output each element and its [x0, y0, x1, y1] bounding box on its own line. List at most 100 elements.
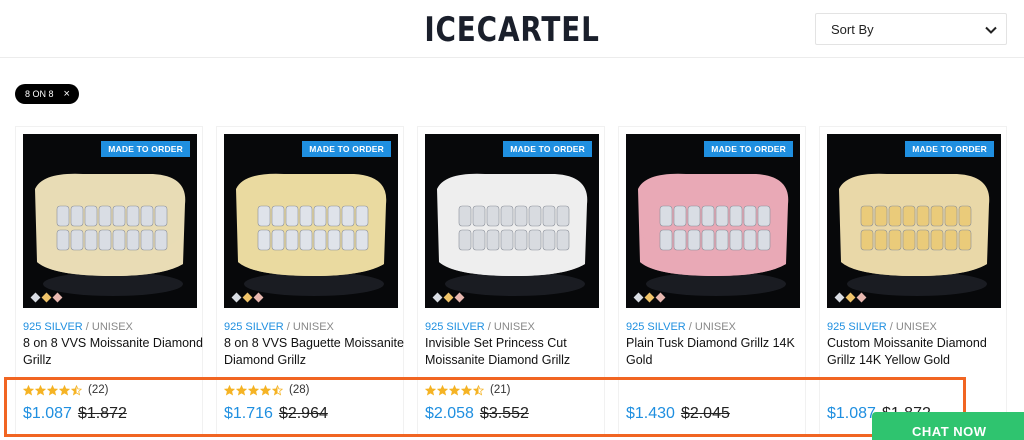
- color-swatch[interactable]: [432, 292, 443, 303]
- color-swatches: [30, 292, 63, 303]
- product-image-grillz: [638, 173, 789, 296]
- star-icon: [260, 384, 271, 395]
- color-swatch[interactable]: [253, 292, 264, 303]
- sale-price: $1.087: [827, 405, 876, 422]
- category-gender[interactable]: UNISEX: [695, 321, 736, 333]
- product-image-grillz: [236, 173, 387, 296]
- color-swatch[interactable]: [41, 292, 52, 303]
- product-rating: (22): [23, 384, 108, 396]
- star-icon: [473, 384, 484, 395]
- original-price: $3.552: [479, 405, 529, 422]
- sale-price: $1.087: [23, 405, 72, 422]
- review-count[interactable]: (22): [88, 384, 108, 396]
- original-price: $1.872: [77, 405, 127, 422]
- product-name[interactable]: Invisible Set Princess Cut Moissanite Di…: [425, 335, 605, 369]
- made-to-order-badge: MADE TO ORDER: [101, 141, 190, 157]
- color-swatch[interactable]: [30, 292, 41, 303]
- product-image-grillz: [839, 173, 990, 296]
- product-category: 925 SILVER / UNISEX: [224, 321, 334, 333]
- category-separator: /: [889, 321, 893, 333]
- category-material[interactable]: 925 SILVER: [23, 321, 83, 333]
- product-card[interactable]: MADE TO ORDER 925 SILVER / UNISEX 8 on 8 V…: [216, 126, 404, 436]
- product-prices: $1.087 $1.872: [23, 405, 127, 423]
- category-material[interactable]: 925 SILVER: [224, 321, 284, 333]
- product-name[interactable]: Custom Moissanite Diamond Grillz 14K Yel…: [827, 335, 1007, 369]
- product-category: 925 SILVER / UNISEX: [626, 321, 736, 333]
- product-image[interactable]: MADE TO ORDER: [626, 134, 800, 308]
- category-gender[interactable]: UNISEX: [293, 321, 334, 333]
- category-separator: /: [688, 321, 692, 333]
- original-price: $2.045: [680, 405, 730, 422]
- chat-label: CHAT NOW: [912, 424, 987, 439]
- star-icon: [461, 384, 472, 395]
- rating-stars: [224, 384, 283, 396]
- color-swatch[interactable]: [856, 292, 867, 303]
- category-separator: /: [286, 321, 290, 333]
- star-icon: [437, 384, 448, 395]
- star-icon: [425, 384, 436, 395]
- category-gender[interactable]: UNISEX: [92, 321, 133, 333]
- product-card[interactable]: MADE TO ORDER 925 SILVER / UNISEX Custom M…: [819, 126, 1007, 436]
- product-category: 925 SILVER / UNISEX: [827, 321, 937, 333]
- color-swatch[interactable]: [845, 292, 856, 303]
- star-icon: [248, 384, 259, 395]
- product-card[interactable]: MADE TO ORDER 925 SILVER / UNISEX Invisibl…: [417, 126, 605, 436]
- product-prices: $1.430 $2.045: [626, 405, 730, 423]
- product-card[interactable]: MADE TO ORDER 925 SILVER / UNISEX 8 on 8 V…: [15, 126, 203, 436]
- color-swatch[interactable]: [242, 292, 253, 303]
- color-swatches: [432, 292, 465, 303]
- product-category: 925 SILVER / UNISEX: [425, 321, 535, 333]
- product-name[interactable]: 8 on 8 VVS Baguette Moissanite Diamond G…: [224, 335, 404, 369]
- category-separator: /: [85, 321, 89, 333]
- rating-stars: [425, 384, 484, 396]
- product-prices: $1.716 $2.964: [224, 405, 328, 423]
- product-image[interactable]: MADE TO ORDER: [827, 134, 1001, 308]
- product-image[interactable]: MADE TO ORDER: [425, 134, 599, 308]
- made-to-order-badge: MADE TO ORDER: [905, 141, 994, 157]
- star-icon: [449, 384, 460, 395]
- product-image[interactable]: MADE TO ORDER: [23, 134, 197, 308]
- made-to-order-badge: MADE TO ORDER: [704, 141, 793, 157]
- category-material[interactable]: 925 SILVER: [827, 321, 887, 333]
- review-count[interactable]: (21): [490, 384, 510, 396]
- color-swatch[interactable]: [633, 292, 644, 303]
- rating-stars: [23, 384, 82, 396]
- star-icon: [224, 384, 235, 395]
- product-card[interactable]: MADE TO ORDER 925 SILVER / UNISEX Plain Tu…: [618, 126, 806, 436]
- category-material[interactable]: 925 SILVER: [425, 321, 485, 333]
- color-swatch[interactable]: [834, 292, 845, 303]
- color-swatch[interactable]: [52, 292, 63, 303]
- product-image[interactable]: MADE TO ORDER: [224, 134, 398, 308]
- category-material[interactable]: 925 SILVER: [626, 321, 686, 333]
- product-rating: (21): [425, 384, 510, 396]
- product-rating: (28): [224, 384, 309, 396]
- color-swatches: [633, 292, 666, 303]
- product-name[interactable]: Plain Tusk Diamond Grillz 14K Gold: [626, 335, 806, 369]
- category-gender[interactable]: UNISEX: [896, 321, 937, 333]
- product-image-grillz: [35, 173, 186, 296]
- product-category: 925 SILVER / UNISEX: [23, 321, 133, 333]
- star-icon: [35, 384, 46, 395]
- product-grid: MADE TO ORDER 925 SILVER / UNISEX 8 on 8 V…: [0, 0, 1024, 440]
- made-to-order-badge: MADE TO ORDER: [302, 141, 391, 157]
- category-gender[interactable]: UNISEX: [494, 321, 535, 333]
- star-icon: [47, 384, 58, 395]
- color-swatch[interactable]: [454, 292, 465, 303]
- color-swatch[interactable]: [655, 292, 666, 303]
- product-name[interactable]: 8 on 8 VVS Moissanite Diamond Grillz: [23, 335, 203, 369]
- made-to-order-badge: MADE TO ORDER: [503, 141, 592, 157]
- color-swatches: [834, 292, 867, 303]
- sale-price: $1.430: [626, 405, 675, 422]
- color-swatch[interactable]: [644, 292, 655, 303]
- sale-price: $1.716: [224, 405, 273, 422]
- sale-price: $2.058: [425, 405, 474, 422]
- star-icon: [59, 384, 70, 395]
- review-count[interactable]: (28): [289, 384, 309, 396]
- star-icon: [236, 384, 247, 395]
- color-swatch[interactable]: [231, 292, 242, 303]
- color-swatches: [231, 292, 264, 303]
- product-prices: $2.058 $3.552: [425, 405, 529, 423]
- chat-now-button[interactable]: CHAT NOW: [872, 412, 1024, 440]
- color-swatch[interactable]: [443, 292, 454, 303]
- product-image-grillz: [437, 173, 588, 296]
